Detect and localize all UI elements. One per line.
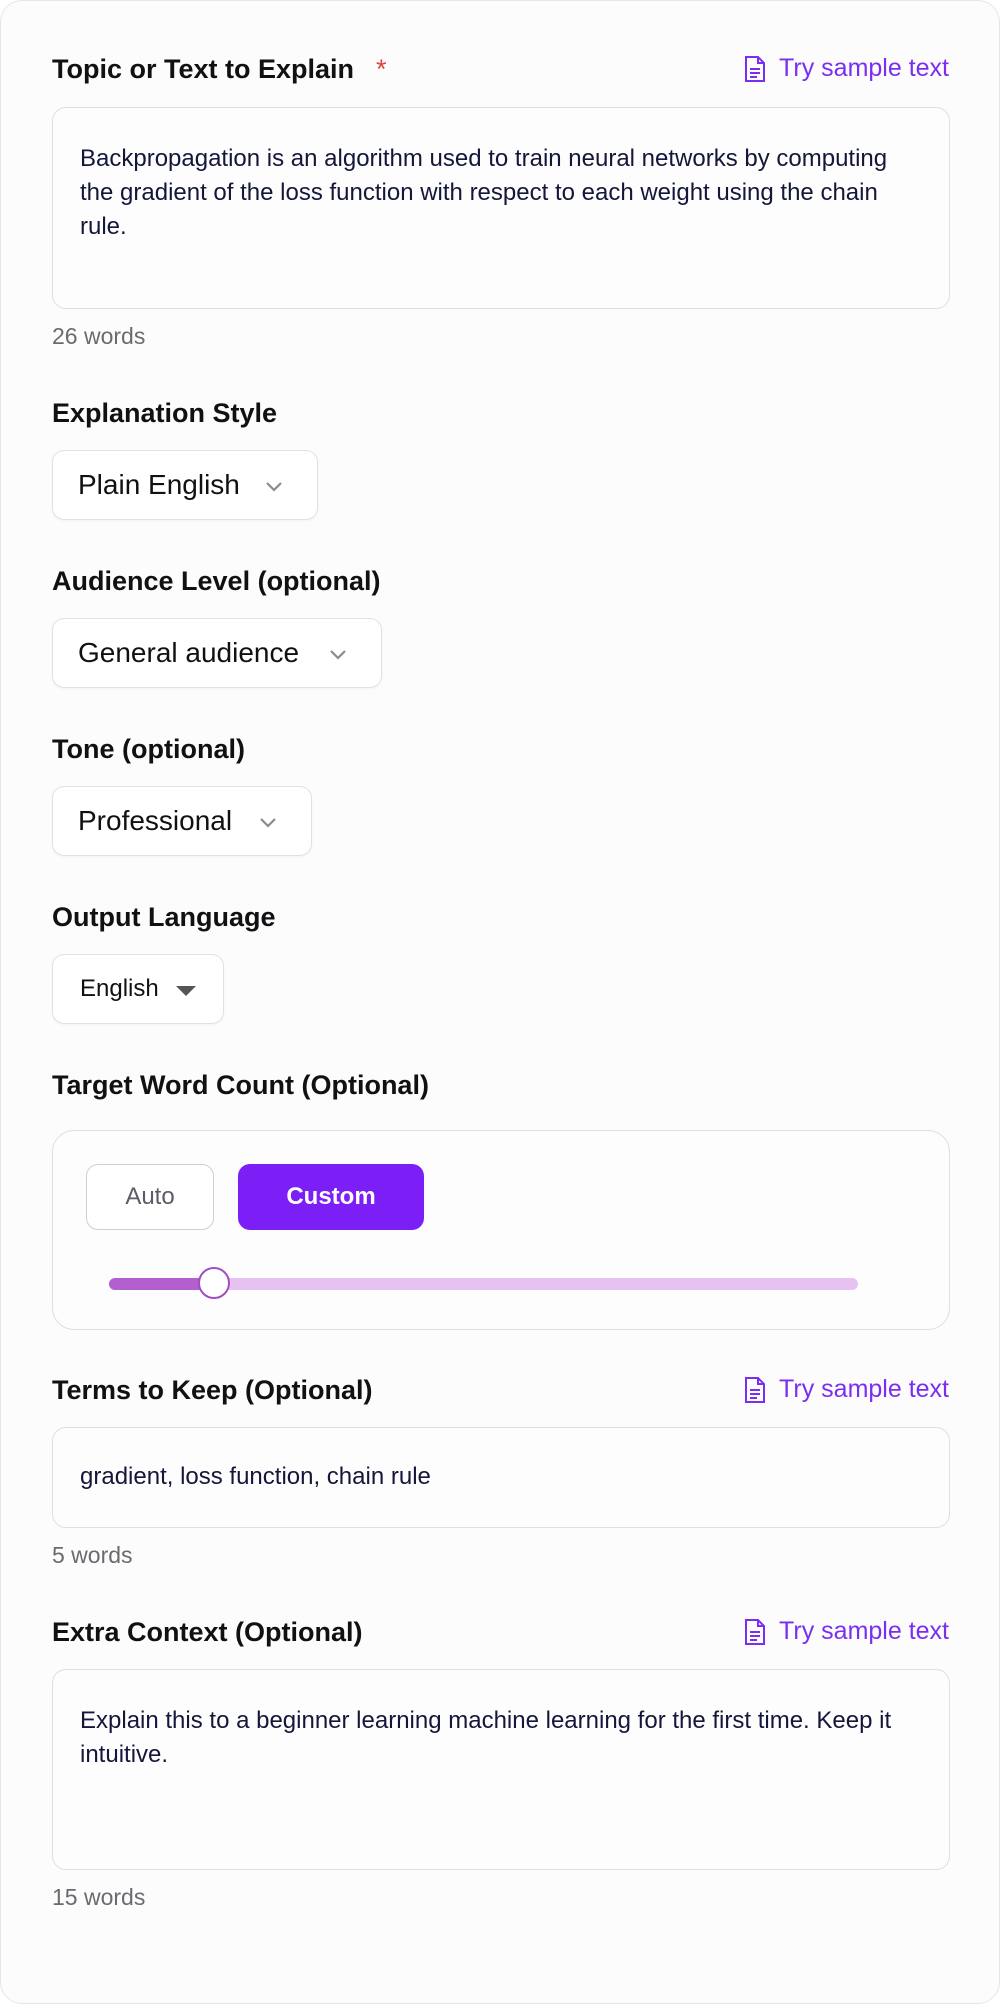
caret-down-icon — [176, 986, 196, 996]
chevron-down-icon — [260, 818, 276, 828]
terms-input[interactable]: gradient, loss function, chain rule — [52, 1427, 950, 1528]
terms-try-sample-button[interactable]: Try sample text — [743, 1375, 949, 1404]
tone-selected-value: Professional — [78, 805, 233, 836]
style-label: Explanation Style — [52, 398, 278, 428]
context-try-sample-button[interactable]: Try sample text — [743, 1617, 949, 1646]
tone-label: Tone (optional) — [52, 734, 245, 764]
terms-word-count: 5 words — [52, 1542, 133, 1568]
language-select[interactable]: English — [52, 954, 224, 1024]
audience-selected-value: General audience — [78, 637, 300, 668]
language-selected-value: English — [80, 975, 159, 1002]
terms-label: Terms to Keep (Optional) — [52, 1375, 373, 1405]
terms-try-sample-label: Try sample text — [779, 1375, 949, 1403]
style-selected-value: Plain English — [78, 469, 240, 500]
topic-label: Topic or Text to Explain * — [52, 54, 387, 85]
document-icon — [745, 55, 766, 82]
language-label: Output Language — [52, 902, 276, 932]
word-target-panel: Auto Custom — [52, 1130, 950, 1330]
topic-textarea[interactable]: Backpropagation is an algorithm used to … — [52, 107, 950, 309]
topic-try-sample-label: Try sample text — [779, 54, 949, 82]
audience-label: Audience Level (optional) — [52, 566, 381, 596]
document-icon — [745, 1376, 766, 1403]
word-count-slider[interactable] — [109, 1267, 858, 1299]
topic-try-sample-button[interactable]: Try sample text — [743, 54, 949, 83]
context-try-sample-label: Try sample text — [779, 1617, 949, 1645]
form-card: Topic or Text to Explain * Try sample tex… — [0, 0, 1000, 2004]
custom-button[interactable]: Custom — [238, 1164, 424, 1230]
document-icon — [745, 1618, 766, 1645]
word-target-label: Target Word Count (Optional) — [52, 1070, 429, 1100]
context-word-count: 15 words — [52, 1884, 146, 1910]
context-label: Extra Context (Optional) — [52, 1617, 363, 1647]
auto-button[interactable]: Auto — [86, 1164, 214, 1230]
context-textarea[interactable]: Explain this to a beginner learning mach… — [52, 1669, 950, 1870]
chevron-down-icon — [266, 482, 282, 492]
tone-select[interactable]: Professional — [52, 786, 312, 856]
topic-word-count: 26 words — [52, 323, 146, 349]
topic-label-text: Topic or Text to Explain — [52, 54, 355, 84]
slider-thumb[interactable] — [197, 1267, 230, 1299]
style-select[interactable]: Plain English — [52, 450, 318, 520]
required-marker: * — [376, 54, 387, 84]
audience-select[interactable]: General audience — [52, 618, 382, 688]
chevron-down-icon — [330, 650, 346, 660]
